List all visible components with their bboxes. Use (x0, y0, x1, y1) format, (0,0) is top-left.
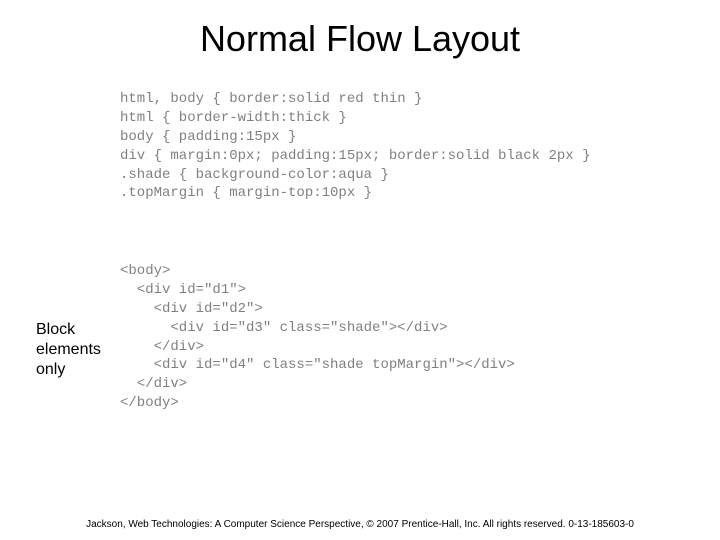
css-line-3: body { padding:15px } (120, 129, 296, 145)
css-line-4: div { margin:0px; padding:15px; border:s… (120, 148, 590, 164)
css-line-2: html { border-width:thick } (120, 110, 347, 126)
html-code-block: <body> <div id="d1"> <div id="d2"> <div … (120, 262, 515, 413)
css-line-5: .shade { background-color:aqua } (120, 167, 389, 183)
css-code-block: html, body { border:solid red thin } htm… (120, 90, 590, 203)
side-label-line-2: elements (36, 340, 101, 360)
side-label-line-1: Block (36, 320, 101, 340)
html-line-8: </body> (120, 395, 179, 411)
css-line-6: .topMargin { margin-top:10px } (120, 185, 372, 201)
html-line-1: <body> (120, 263, 170, 279)
slide: Normal Flow Layout html, body { border:s… (0, 0, 720, 540)
css-line-1: html, body { border:solid red thin } (120, 91, 422, 107)
html-line-3: <div id="d2"> (120, 301, 263, 317)
side-annotation: Block elements only (36, 320, 101, 380)
html-line-6: <div id="d4" class="shade topMargin"></d… (120, 357, 515, 373)
slide-title: Normal Flow Layout (0, 0, 720, 60)
html-line-2: <div id="d1"> (120, 282, 246, 298)
html-line-5: </div> (120, 339, 204, 355)
html-line-7: </div> (120, 376, 187, 392)
footer-citation: Jackson, Web Technologies: A Computer Sc… (0, 519, 720, 530)
side-label-line-3: only (36, 360, 101, 380)
html-line-4: <div id="d3" class="shade"></div> (120, 320, 448, 336)
